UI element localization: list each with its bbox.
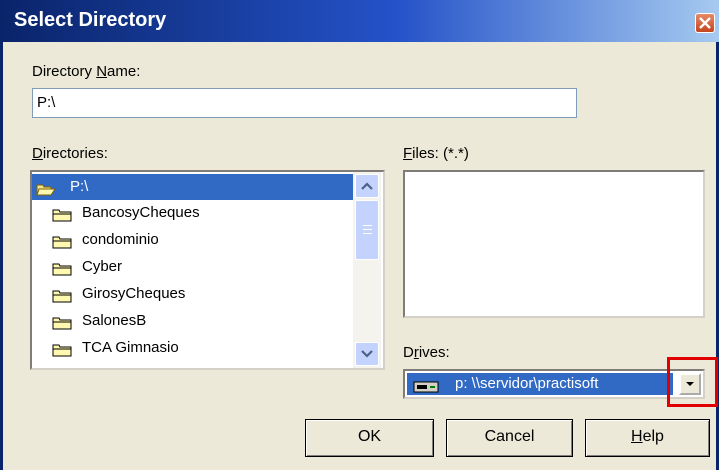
close-icon (699, 17, 711, 29)
scroll-down-button[interactable] (355, 342, 379, 366)
scroll-up-button[interactable] (355, 174, 379, 198)
title-bar: Select Directory (0, 0, 719, 42)
directory-item[interactable]: TCA Gimnasio (32, 335, 354, 361)
cancel-button-label: Cancel (484, 428, 535, 445)
folder-icon (52, 340, 72, 366)
directory-item[interactable]: Cyber (32, 254, 354, 280)
directory-item[interactable]: SalonesB (32, 308, 354, 334)
scroll-thumb[interactable] (355, 200, 379, 260)
chevron-up-icon (361, 182, 373, 190)
drives-selected-value[interactable]: p: \\servidor\practisoft (407, 373, 673, 395)
directory-item[interactable]: condominio (32, 227, 354, 253)
ok-button-label: OK (357, 428, 382, 445)
highlight-annotation (667, 357, 718, 407)
window-frame-left (0, 42, 3, 470)
directory-item[interactable]: GirosyCheques (32, 281, 354, 307)
directories-scrollbar[interactable] (353, 172, 381, 368)
directories-label: Directories: (32, 145, 108, 162)
files-label: Files: (*.*) (403, 145, 469, 162)
chevron-down-icon (361, 350, 373, 358)
help-button[interactable]: Help (585, 419, 710, 457)
close-button[interactable] (695, 13, 715, 33)
files-list[interactable] (403, 170, 705, 318)
network-drive-icon (413, 378, 439, 400)
window-title: Select Directory (14, 9, 167, 31)
directory-item[interactable]: BancosyCheques (32, 200, 354, 226)
cancel-button[interactable]: Cancel (446, 419, 573, 457)
directory-name-input[interactable]: P:\ (32, 88, 577, 118)
directory-item-root[interactable]: P:\ (32, 174, 354, 200)
directories-list[interactable]: P:\ BancosyCheques condominio Cyber Giro… (30, 170, 385, 370)
ok-button[interactable]: OK (305, 419, 434, 457)
drives-dropdown[interactable]: p: \\servidor\practisoft (403, 369, 705, 399)
drives-label: Drives: (403, 344, 450, 361)
directory-name-label: Directory Name: (32, 63, 141, 80)
